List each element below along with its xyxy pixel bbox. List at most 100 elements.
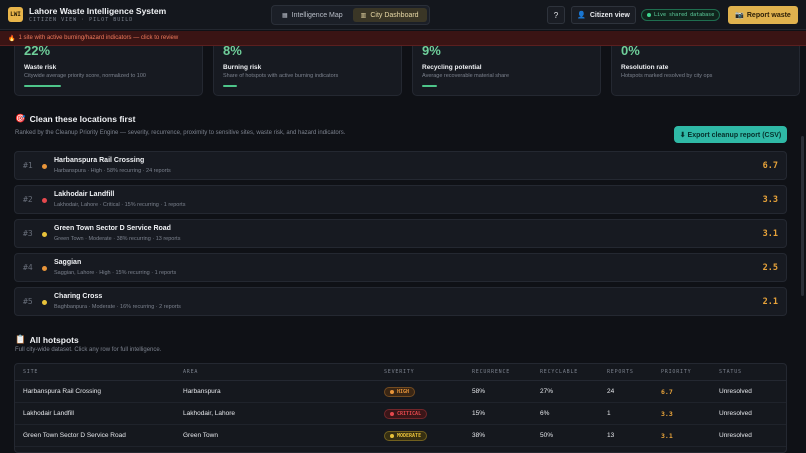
column-header-recyclable[interactable]: RECYCLABLE: [540, 369, 607, 375]
severity-label: HIGH: [397, 388, 410, 395]
priority-score: 2.5: [762, 263, 778, 273]
priority-site-name: Lakhodair Landfill: [54, 191, 115, 198]
metric-label: Recycling potential: [422, 64, 482, 71]
cell-site: Lakhodair Landfill: [23, 410, 74, 417]
cell-severity: MODERATE: [384, 430, 472, 441]
priority-item[interactable]: #3 Green Town Sector D Service Road Gree…: [14, 219, 787, 248]
cell-status: Unresolved: [719, 410, 752, 417]
priority-item[interactable]: #4 Saggian Saggian, Lahore · High · 15% …: [14, 253, 787, 282]
cell-priority: 6.7: [661, 387, 673, 396]
severity-dot-icon: [390, 433, 394, 438]
column-header-priority[interactable]: PRIORITY: [661, 369, 719, 375]
severity-label: MODERATE: [397, 432, 422, 439]
column-header-status[interactable]: STATUS: [719, 369, 779, 375]
cell-recyclable: 6%: [540, 410, 550, 417]
cell-reports: 24: [607, 388, 615, 395]
priority-item[interactable]: #1 Harbanspura Rail Crossing Harbanspura…: [14, 151, 787, 180]
severity-badge: MODERATE: [384, 430, 428, 441]
cell-reports: 13: [607, 432, 615, 439]
cell-recurrence: 38%: [472, 432, 486, 439]
view-tabs: ▦ Intelligence Map ▥ City Dashboard: [271, 5, 430, 25]
report-waste-button[interactable]: 📷 Report waste: [728, 6, 798, 24]
cell-severity: CRITICAL: [384, 408, 472, 419]
priority-site-meta: Harbanspura · High · 58% recurring · 24 …: [54, 168, 171, 174]
map-icon: ▦: [282, 12, 288, 19]
cell-status: Unresolved: [719, 432, 752, 439]
app-subtitle: CITIZEN VIEW · PILOT BUILD: [29, 17, 134, 23]
priority-score: 6.7: [762, 161, 778, 171]
tab-label: City Dashboard: [370, 11, 419, 19]
column-header-reports[interactable]: REPORTS: [607, 369, 661, 375]
priority-rank: #1: [23, 161, 33, 170]
cell-recyclable: 50%: [540, 432, 554, 439]
cell-area: Lakhodair, Lahore: [183, 410, 236, 417]
metric-progress-bar: [422, 85, 437, 87]
hotspots-title-text: All hotspots: [29, 334, 79, 345]
tab-label: Intelligence Map: [291, 11, 343, 19]
chart-icon: ▥: [360, 12, 367, 19]
priority-rank: #4: [23, 263, 33, 272]
hazard-alert-banner[interactable]: 🔥 1 site with active burning/hazard indi…: [0, 31, 806, 46]
cell-priority: 3.3: [661, 409, 673, 418]
metric-card-waste-risk: 22% Waste risk Citywide average priority…: [14, 38, 203, 96]
priority-site-name: Charing Cross: [54, 293, 103, 300]
priority-item[interactable]: #2 Lakhodair Landfill Lakhodair, Lahore …: [14, 185, 787, 214]
tab-city-dashboard[interactable]: ▥ City Dashboard: [352, 8, 427, 22]
live-badge-label: Live shared database: [654, 12, 715, 18]
table-row[interactable]: Lakhodair Landfill Lakhodair, Lahore CRI…: [15, 403, 786, 425]
priority-item[interactable]: #5 Charing Cross Baghbanpura · Moderate …: [14, 287, 787, 316]
cell-status: Unresolved: [719, 388, 752, 395]
column-header-recurrence[interactable]: RECURRENCE: [472, 369, 540, 375]
column-header-site[interactable]: SITE: [15, 369, 183, 375]
severity-label: CRITICAL: [397, 410, 422, 417]
app-title: Lahore Waste Intelligence System: [29, 6, 167, 16]
cell-area: Harbanspura: [183, 388, 221, 395]
hotspots-table: SITE AREA SEVERITY RECURRENCE RECYCLABLE…: [14, 363, 787, 453]
column-header-area[interactable]: AREA: [183, 369, 384, 375]
priority-site-name: Green Town Sector D Service Road: [54, 225, 171, 232]
metric-card-burning-risk: 8% Burning risk Share of hotspots with a…: [213, 38, 402, 96]
metric-cards: 22% Waste risk Citywide average priority…: [14, 38, 800, 96]
citizen-view-button[interactable]: 👤 Citizen view: [571, 6, 636, 24]
clipboard-icon: 📋: [15, 334, 26, 344]
metric-progress-bar: [24, 85, 61, 87]
priority-site-meta: Baghbanpura · Moderate · 16% recurring ·…: [54, 304, 181, 310]
metric-label: Burning risk: [223, 64, 262, 71]
priority-score: 3.1: [762, 229, 778, 239]
column-header-severity[interactable]: SEVERITY: [384, 369, 472, 375]
user-icon: 👤: [577, 12, 586, 19]
severity-badge: CRITICAL: [384, 408, 428, 419]
priority-section-subtitle: Ranked by the Cleanup Priority Engine — …: [15, 130, 346, 136]
severity-dot-icon: [42, 232, 47, 237]
live-database-badge: Live shared database: [641, 9, 721, 21]
citizen-view-label: Citizen view: [589, 11, 630, 19]
cell-recurrence: 58%: [472, 388, 486, 395]
priority-site-name: Harbanspura Rail Crossing: [54, 157, 145, 164]
priority-site-meta: Saggian, Lahore · High · 15% recurring ·…: [54, 270, 177, 276]
metric-card-resolution-rate: 0% Resolution rate Hotspots marked resol…: [611, 38, 800, 96]
cell-site: Harbanspura Rail Crossing: [23, 388, 102, 395]
cell-priority: 3.1: [661, 431, 673, 440]
priority-section-title: 🎯 Clean these locations first: [15, 113, 135, 124]
export-cleanup-report-button[interactable]: ⬇ Export cleanup report (CSV): [674, 126, 787, 143]
alert-text: 1 site with active burning/hazard indica…: [18, 35, 179, 41]
priority-site-name: Saggian: [54, 259, 82, 266]
cell-site: Green Town Sector D Service Road: [23, 432, 126, 439]
tab-intelligence-map[interactable]: ▦ Intelligence Map: [274, 8, 351, 22]
priority-score: 2.1: [762, 297, 778, 307]
priority-site-meta: Lakhodair, Lahore · Critical · 15% recur…: [54, 202, 186, 208]
page-scrollbar[interactable]: [801, 136, 804, 296]
table-row[interactable]: Harbanspura Rail Crossing Harbanspura HI…: [15, 381, 786, 403]
table-row[interactable]: Green Town Sector D Service Road Green T…: [15, 425, 786, 447]
camera-icon: 📷: [735, 12, 744, 19]
cell-recyclable: 27%: [540, 388, 554, 395]
hotspots-section-subtitle: Full city-wide dataset. Click any row fo…: [15, 347, 162, 353]
priority-rank: #2: [23, 195, 33, 204]
metric-description: Share of hotspots with active burning in…: [223, 73, 339, 79]
severity-dot-icon: [42, 300, 47, 305]
metric-label: Resolution rate: [621, 64, 669, 71]
help-button[interactable]: ?: [547, 6, 565, 24]
severity-dot-icon: [42, 198, 47, 203]
priority-score: 3.3: [762, 195, 778, 205]
cell-area: Green Town: [183, 432, 218, 439]
